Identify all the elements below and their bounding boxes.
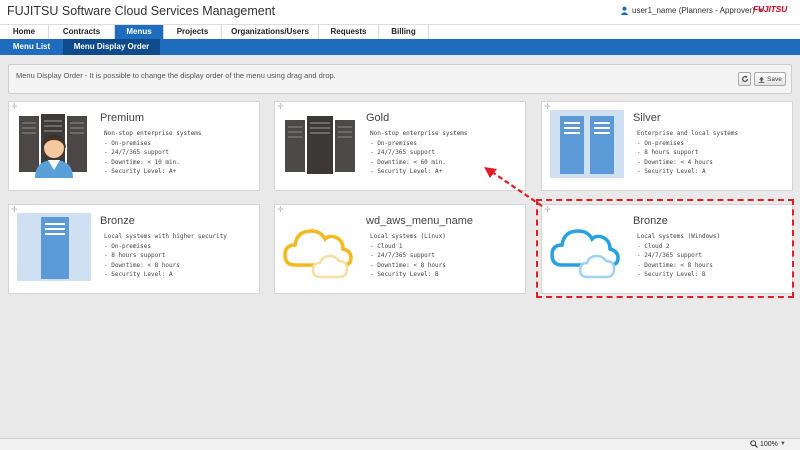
chevron-down-icon: ▼: [779, 441, 786, 447]
yellow-cloud-icon: [283, 229, 353, 279]
user-icon: [620, 6, 629, 15]
save-button-label: Save: [767, 75, 782, 83]
menu-card-wd-aws[interactable]: ✛ wd_aws_menu_name Local systems (Linux)…: [274, 204, 526, 294]
user-menu[interactable]: user1_name (Planners - Approver) ▼: [620, 6, 764, 15]
menu-description: Non-stop enterprise systems - On-premises…: [104, 130, 202, 175]
menu-title: Bronze: [100, 215, 135, 227]
menu-title: Bronze: [633, 215, 668, 227]
app-title: FUJITSU Software Cloud Services Manageme…: [7, 4, 276, 18]
menu-description: Local systems (Linux) - Cloud 1- 24/7/365…: [370, 233, 446, 278]
menu-title: Premium: [100, 112, 145, 124]
fujitsu-logo: FUJITSU: [753, 4, 788, 14]
menu-title: wd_aws_menu_name: [366, 215, 474, 227]
tab-projects[interactable]: Projects: [164, 25, 222, 40]
info-text: Menu Display Order - It is possible to c…: [16, 71, 336, 80]
menu-card-bronze[interactable]: ✛ Bronze Local systems with higher secur…: [8, 204, 260, 294]
dark-server-icon: [285, 116, 355, 174]
menu-card-bronze-windows[interactable]: ✛ Bronze Local systems (Windows) - Cloud …: [541, 204, 793, 294]
tab-organizations-users[interactable]: Organizations/Users: [222, 25, 319, 40]
sub-nav: Menu List Menu Display Order: [0, 39, 800, 55]
menu-description: Local systems with higher security - On-p…: [104, 233, 227, 278]
blue-server-pair-icon: [550, 110, 624, 178]
menu-description: Local systems (Windows) - Cloud 2- 24/7/3…: [637, 233, 721, 278]
blue-server-icon: [17, 213, 91, 281]
main-nav: Home Contracts Menus Projects Organizati…: [0, 24, 800, 40]
menu-title: Silver: [633, 112, 661, 124]
tab-requests[interactable]: Requests: [319, 25, 379, 40]
tab-contracts[interactable]: Contracts: [49, 25, 115, 40]
tab-billing[interactable]: Billing: [379, 25, 429, 40]
zoom-control[interactable]: 100% ▼: [750, 440, 786, 448]
refresh-button[interactable]: [738, 72, 751, 86]
menu-card-premium[interactable]: ✛ Premium Non-stop enterprise systems - O…: [8, 101, 260, 191]
menu-title: Gold: [366, 112, 390, 124]
user-menu-label: user1_name (Planners - Approver): [632, 6, 755, 15]
menu-description: Enterprise and local systems - On-premise…: [637, 130, 739, 175]
server-with-operator-icon: [19, 114, 87, 178]
top-header: FUJITSU Software Cloud Services Manageme…: [0, 0, 800, 24]
menu-description: Non-stop enterprise systems - On-premises…: [370, 130, 468, 175]
status-bar: 100% ▼: [0, 438, 800, 450]
subtab-menu-list[interactable]: Menu List: [0, 39, 63, 55]
save-button[interactable]: Save: [754, 72, 786, 86]
menu-card-silver[interactable]: ✛ Silver Enterprise and local systems - O…: [541, 101, 793, 191]
info-bar: Menu Display Order - It is possible to c…: [8, 64, 792, 94]
tab-menus[interactable]: Menus: [115, 25, 164, 40]
upload-icon: [758, 76, 765, 83]
menu-card-gold[interactable]: ✛ Gold Non-stop enterprise systems - On-p…: [274, 101, 526, 191]
zoom-icon: [750, 440, 758, 448]
blue-cloud-icon: [550, 229, 620, 279]
subtab-menu-display-order[interactable]: Menu Display Order: [63, 39, 160, 55]
zoom-level: 100%: [760, 440, 778, 448]
refresh-icon: [741, 75, 748, 82]
tab-home[interactable]: Home: [0, 25, 49, 40]
